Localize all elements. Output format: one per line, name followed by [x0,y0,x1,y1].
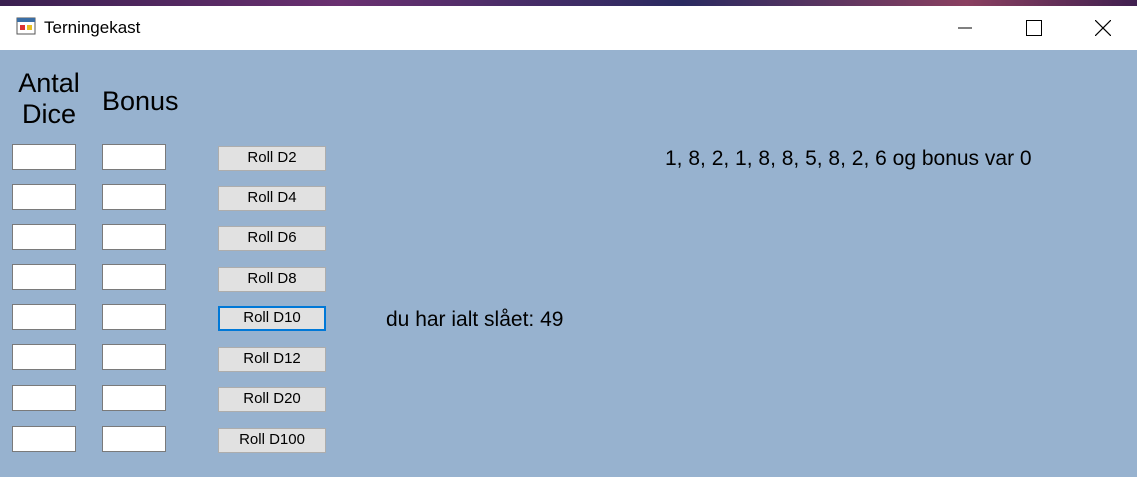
dice-count-input[interactable] [12,304,76,330]
dice-count-input[interactable] [12,184,76,210]
bonus-input[interactable] [102,344,166,370]
dice-count-input[interactable] [12,426,76,452]
app-window: Terningekast Antal Dice Bonus Roll D2 Ro… [0,6,1137,477]
count-header-line2: Dice [21,99,76,129]
bonus-header: Bonus [102,86,179,116]
total-label: du har ialt slået: 49 [386,308,564,331]
window-title: Terningekast [44,18,141,37]
form-client-area: Antal Dice Bonus Roll D2 Roll D4 Roll D6… [0,50,1137,477]
close-button[interactable] [1068,6,1137,50]
bonus-input[interactable] [102,144,166,170]
maximize-icon [1026,20,1042,36]
roll-d4-button[interactable]: Roll D4 [218,186,326,211]
roll-d12-button[interactable]: Roll D12 [218,347,326,372]
bonus-input[interactable] [102,426,166,452]
dice-count-input[interactable] [12,385,76,411]
app-window-icon [16,17,36,35]
roll-d6-button[interactable]: Roll D6 [218,226,326,251]
close-icon [1095,20,1111,36]
title-bar[interactable]: Terningekast [0,6,1137,50]
roll-d20-button[interactable]: Roll D20 [218,387,326,412]
maximize-button[interactable] [999,6,1069,50]
minimize-button[interactable] [930,6,1000,50]
bonus-input[interactable] [102,264,166,290]
bonus-input[interactable] [102,304,166,330]
roll-d10-button[interactable]: Roll D10 [218,306,326,331]
minimize-icon [958,27,972,29]
dice-count-input[interactable] [12,224,76,250]
dice-count-input[interactable] [12,264,76,290]
bonus-input[interactable] [102,184,166,210]
count-header-line1: Antal [18,68,80,98]
dice-count-input[interactable] [12,144,76,170]
count-header: Antal Dice [10,68,88,130]
roll-d2-button[interactable]: Roll D2 [218,146,326,171]
bonus-input[interactable] [102,385,166,411]
roll-results-label: 1, 8, 2, 1, 8, 8, 5, 8, 2, 6 og bonus va… [665,147,1032,170]
dice-count-input[interactable] [12,344,76,370]
roll-d100-button[interactable]: Roll D100 [218,428,326,453]
roll-d8-button[interactable]: Roll D8 [218,267,326,292]
bonus-input[interactable] [102,224,166,250]
